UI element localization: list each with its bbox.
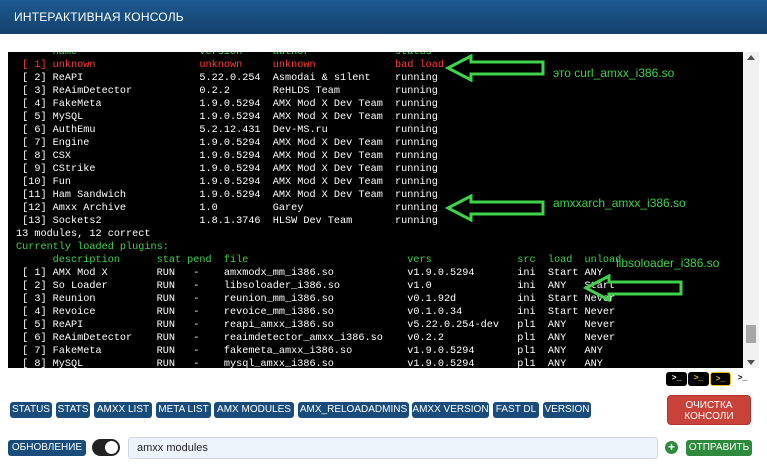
page-title: ИНТЕРАКТИВНАЯ КОНСОЛЬ (14, 10, 184, 24)
console-text: name version author status [ 1] unknown … (16, 52, 741, 368)
console-line: [ 8] MySQL RUN - mysql_amxx_i386.so v1.9… (16, 359, 603, 368)
terminal-dark-icon[interactable]: >_ (666, 372, 687, 386)
console-line: [ 5] ReAPI RUN - reapi_amxx_i386.so v5.2… (16, 320, 616, 331)
console-line: [ 8] CSX 1.9.0.5294 AMX Mod X Dev Team r… (16, 151, 438, 162)
refresh-button[interactable]: ОБНОВЛЕНИЕ (8, 440, 86, 456)
console-line: Currently loaded plugins: (16, 242, 169, 253)
console-line: [ 9] CStrike 1.9.0.5294 AMX Mod X Dev Te… (16, 164, 438, 175)
scroll-down-arrow-icon[interactable] (747, 360, 755, 365)
command-input[interactable] (128, 437, 658, 459)
arrow-annotation-2 (445, 194, 545, 222)
console-line: [ 3] ReAimDetector 0.2.2 ReHLDS Team run… (16, 86, 438, 97)
scroll-thumb[interactable] (746, 325, 756, 343)
plus-icon[interactable]: + (665, 441, 678, 454)
terminal-light-icon[interactable]: >_ (732, 372, 753, 386)
console-line: name version author status (16, 52, 432, 58)
annotation-label-2: amxxarch_amxx_i386.so (553, 196, 686, 210)
console-line: [ 7] Engine 1.9.0.5294 AMX Mod X Dev Tea… (16, 138, 438, 149)
arrow-annotation-1 (445, 54, 545, 82)
console-line: [ 5] MySQL 1.9.0.5294 AMX Mod X Dev Team… (16, 112, 438, 123)
arrow-annotation-3 (583, 274, 683, 302)
amx-modules-button[interactable]: AMX MODULES (214, 402, 294, 418)
console-line: 13 modules, 12 correct (16, 229, 151, 240)
meta-list-button[interactable]: META LIST (156, 402, 211, 418)
auto-refresh-toggle[interactable] (92, 439, 120, 456)
version-button[interactable]: VERSION (543, 402, 591, 418)
console-line: [ 6] ReAimDetector RUN - reaimdetector_a… (16, 333, 616, 344)
annotation-label-3: libsoloader_i386.so (616, 256, 720, 270)
scroll-up-arrow-icon[interactable] (747, 55, 755, 60)
fast-dl-button[interactable]: FAST DL (493, 402, 539, 418)
console-line: [13] Sockets2 1.8.1.3746 HLSW Dev Team r… (16, 216, 438, 227)
page-header: ИНТЕРАКТИВНАЯ КОНСОЛЬ (0, 0, 767, 34)
amxx-version-button[interactable]: AMXX VERSION (412, 402, 489, 418)
amxx-list-button[interactable]: AMXX LIST (94, 402, 152, 418)
console-line: [ 4] Revoice RUN - revoice_mm_i386.so v0… (16, 307, 616, 318)
send-button[interactable]: ОТПРАВИТЬ (686, 440, 752, 456)
terminal-yellow-icon[interactable]: >_ (688, 372, 709, 386)
annotation-label-1: это curl_amxx_i386.so (553, 66, 675, 80)
console-line: [10] Fun 1.9.0.5294 AMX Mod X Dev Team r… (16, 177, 438, 188)
status-button[interactable]: STATUS (10, 402, 52, 418)
clear-console-label-line2: КОНСОЛИ (684, 411, 734, 422)
console-output[interactable]: name version author status [ 1] unknown … (8, 52, 759, 368)
amx-reloadadmins-button[interactable]: AMX_RELOADADMINS (298, 402, 409, 418)
console-line: [ 7] FakeMeta RUN - fakemeta_amxx_i386.s… (16, 346, 603, 357)
console-scrollbar[interactable] (743, 52, 759, 368)
stats-button[interactable]: STATS (56, 402, 90, 418)
terminal-contrast-icon[interactable]: >_ (710, 372, 731, 386)
toggle-knob (105, 441, 118, 454)
console-line: [ 4] FakeMeta 1.9.0.5294 AMX Mod X Dev T… (16, 99, 438, 110)
clear-console-button[interactable]: ОЧИСТКА КОНСОЛИ (667, 395, 751, 425)
console-line: [ 6] AuthEmu 5.2.12.431 Dev-MS.ru runnin… (16, 125, 438, 136)
clear-console-label-line1: ОЧИСТКА (685, 400, 733, 411)
